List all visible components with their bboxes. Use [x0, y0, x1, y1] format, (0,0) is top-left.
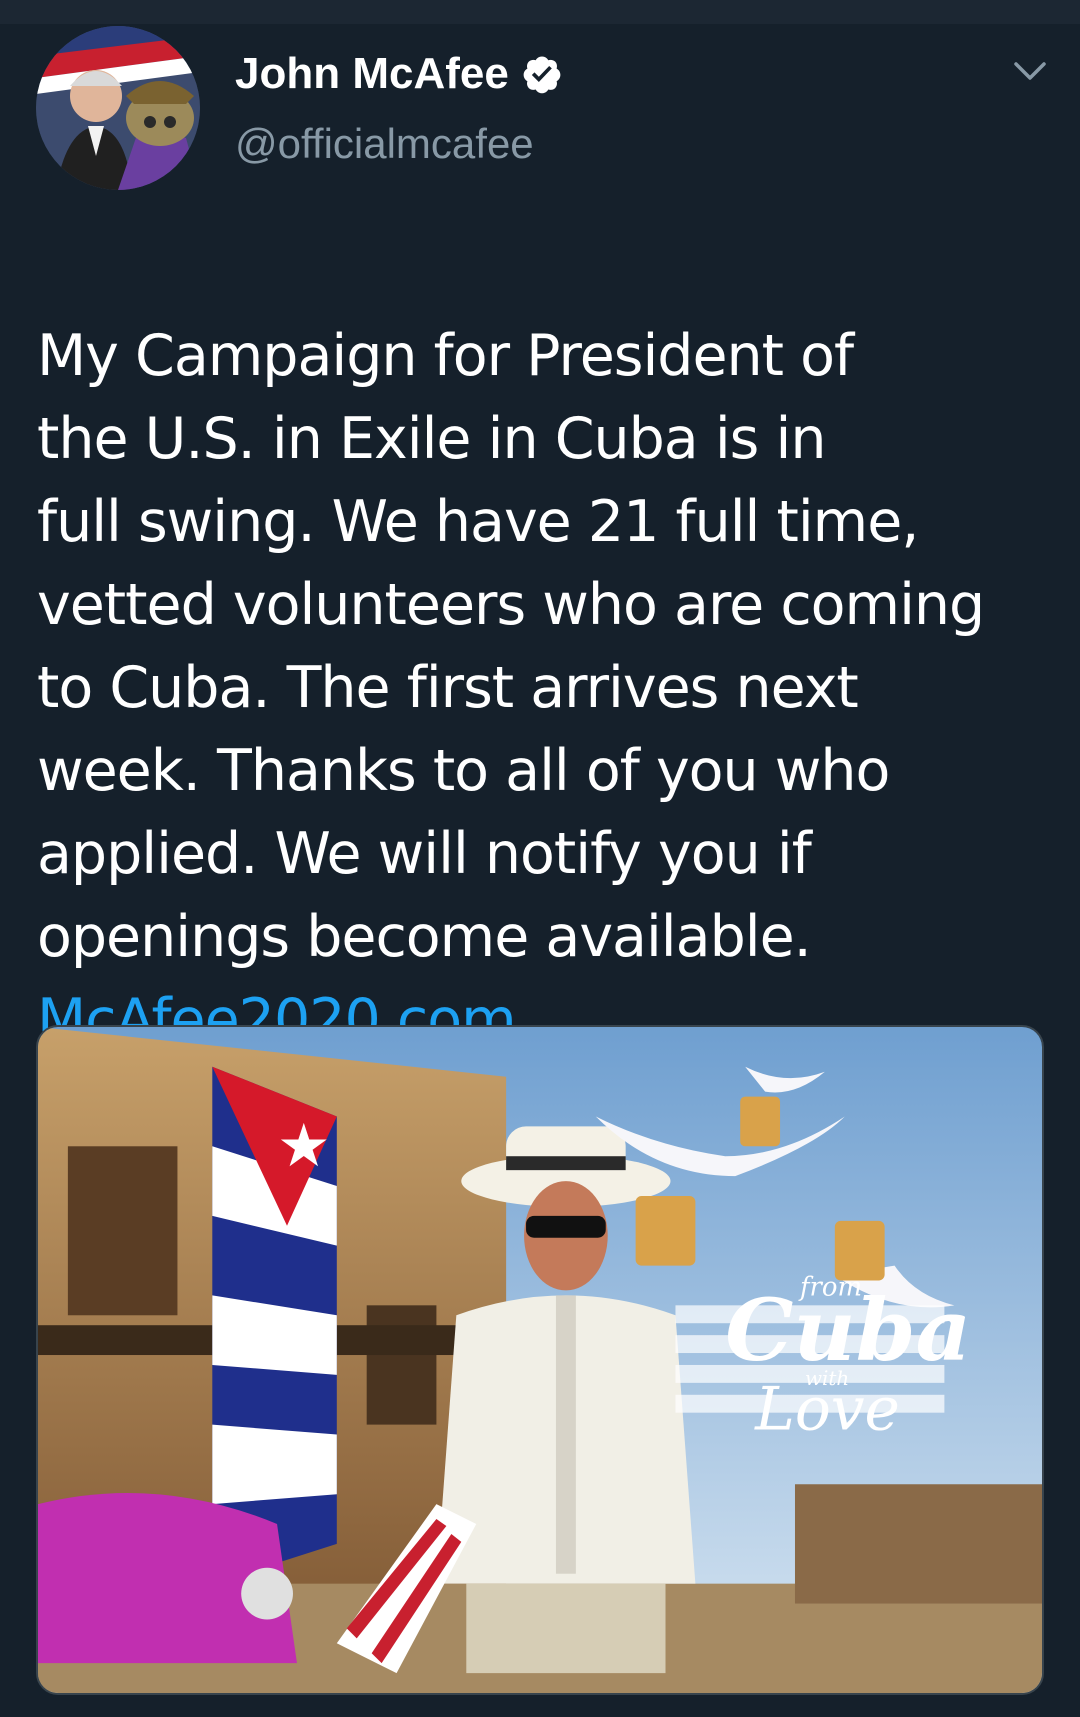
- display-name[interactable]: John McAfee: [235, 49, 509, 99]
- top-strip: [0, 0, 1080, 24]
- tweet-body: My Campaign for President of the U.S. in…: [37, 232, 1047, 1145]
- avatar-portrait-icon: [36, 26, 200, 190]
- author-handle[interactable]: @officialmcafee: [235, 120, 534, 168]
- tweet-media-image[interactable]: ★ from Cuba with Love: [36, 1025, 1044, 1695]
- poster-caption-bottom: Love: [754, 1376, 900, 1445]
- verified-badge-icon: [523, 56, 561, 94]
- svg-text:★: ★: [277, 1112, 331, 1181]
- chevron-down-icon[interactable]: [1010, 56, 1050, 86]
- campaign-poster-image: ★ from Cuba with Love: [38, 1027, 1042, 1693]
- tweet-text: My Campaign for President of the U.S. in…: [37, 323, 985, 970]
- author-avatar[interactable]: [36, 26, 200, 190]
- author-name-row[interactable]: John McAfee: [235, 44, 563, 104]
